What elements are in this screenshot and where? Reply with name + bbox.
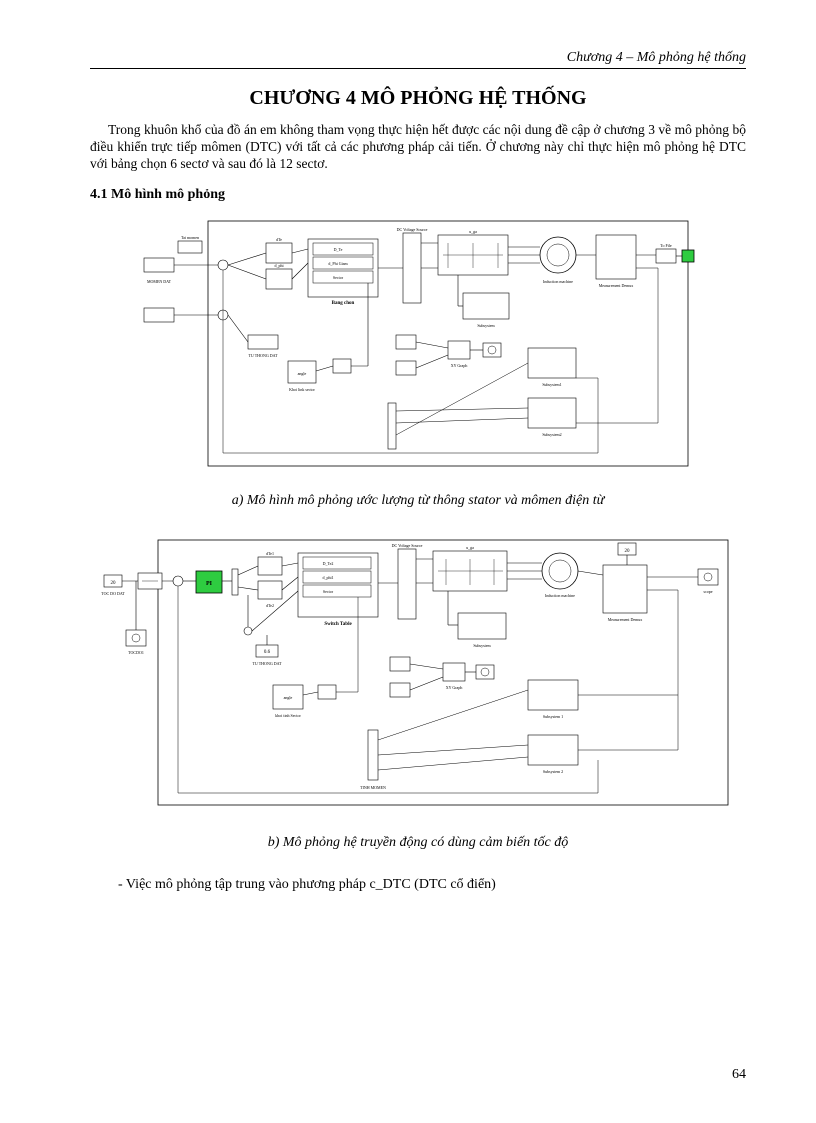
svg-text:DC Voltage Source: DC Voltage Source	[397, 227, 428, 232]
figure-a-caption: a) Mô hình mô phỏng ước lượng từ thông s…	[90, 493, 746, 509]
svg-text:d_phi: d_phi	[274, 263, 284, 268]
svg-text:Sector: Sector	[333, 275, 344, 280]
figure-b: 20 TOC DO DAT TOCDO1 PI dTe1 dTe2	[90, 535, 746, 815]
bullet-1: - Việc mô phỏng tập trung vào phương phá…	[118, 877, 746, 893]
svg-text:20: 20	[111, 581, 117, 586]
svg-text:dTe: dTe	[276, 237, 282, 242]
svg-text:d_phi1: d_phi1	[322, 575, 333, 580]
svg-text:0.6: 0.6	[264, 650, 271, 655]
svg-text:PI: PI	[206, 581, 213, 587]
svg-text:angle: angle	[298, 371, 307, 376]
svg-text:dTe2: dTe2	[266, 603, 274, 608]
intro-paragraph: Trong khuôn khổ của đồ án em không tham …	[90, 122, 746, 173]
svg-text:TOC DO DAT: TOC DO DAT	[101, 591, 125, 596]
svg-text:khoi tinh Sector: khoi tinh Sector	[275, 713, 301, 718]
svg-text:XY Graph: XY Graph	[451, 363, 468, 368]
figure-a: MOMEN DAT Tai momen dTe d_phi D_Te d_	[90, 213, 746, 473]
svg-text:D_Te2: D_Te2	[323, 561, 334, 566]
running-header: Chương 4 – Mô phỏng hệ thống	[90, 50, 746, 69]
svg-text:TINH MOMEN: TINH MOMEN	[360, 785, 386, 790]
svg-text:D_Te: D_Te	[334, 247, 343, 252]
svg-text:Tai momen: Tai momen	[181, 235, 199, 240]
svg-text:dTe1: dTe1	[266, 551, 274, 556]
svg-text:TU THONG DAT: TU THONG DAT	[252, 661, 282, 666]
svg-text:To File: To File	[660, 243, 672, 248]
svg-text:Subsystem2: Subsystem2	[542, 432, 561, 437]
svg-text:u_ga: u_ga	[466, 545, 474, 550]
svg-text:XY Graph: XY Graph	[446, 685, 463, 690]
svg-text:Subsystem 1: Subsystem 1	[543, 714, 563, 719]
svg-text:Induction machine: Induction machine	[545, 593, 575, 598]
svg-text:TU THONG DAT: TU THONG DAT	[248, 353, 278, 358]
svg-text:Subsystem1: Subsystem1	[542, 382, 561, 387]
svg-text:scope: scope	[703, 589, 712, 594]
svg-text:DC Voltage Source: DC Voltage Source	[392, 543, 423, 548]
svg-text:angle: angle	[284, 695, 293, 700]
svg-text:Switch Table: Switch Table	[324, 622, 352, 627]
svg-text:Measurement Demux: Measurement Demux	[608, 617, 643, 622]
page-number: 64	[732, 1067, 746, 1083]
svg-text:TOCDO1: TOCDO1	[128, 650, 144, 655]
figure-b-caption: b) Mô phỏng hệ truyền động có dùng cảm b…	[90, 835, 746, 851]
svg-text:u_ga: u_ga	[469, 229, 477, 234]
svg-text:Subsystem: Subsystem	[473, 643, 491, 648]
svg-text:Subsystem: Subsystem	[477, 323, 495, 328]
svg-text:Bang chon: Bang chon	[332, 301, 355, 306]
section-title: 4.1 Mô hình mô phỏng	[90, 187, 746, 203]
svg-text:Subsystem 2: Subsystem 2	[543, 769, 563, 774]
svg-text:Measurement Demux: Measurement Demux	[599, 283, 634, 288]
svg-text:MOMEN DAT: MOMEN DAT	[147, 279, 172, 284]
svg-text:Sector: Sector	[323, 589, 334, 594]
chapter-title: CHƯƠNG 4 MÔ PHỎNG HỆ THỐNG	[90, 87, 746, 110]
svg-text:Induction machine: Induction machine	[543, 279, 573, 284]
svg-text:d_Phi Giam: d_Phi Giam	[328, 261, 348, 266]
svg-text:20: 20	[625, 549, 631, 554]
svg-text:Khoi link sector: Khoi link sector	[289, 387, 315, 392]
